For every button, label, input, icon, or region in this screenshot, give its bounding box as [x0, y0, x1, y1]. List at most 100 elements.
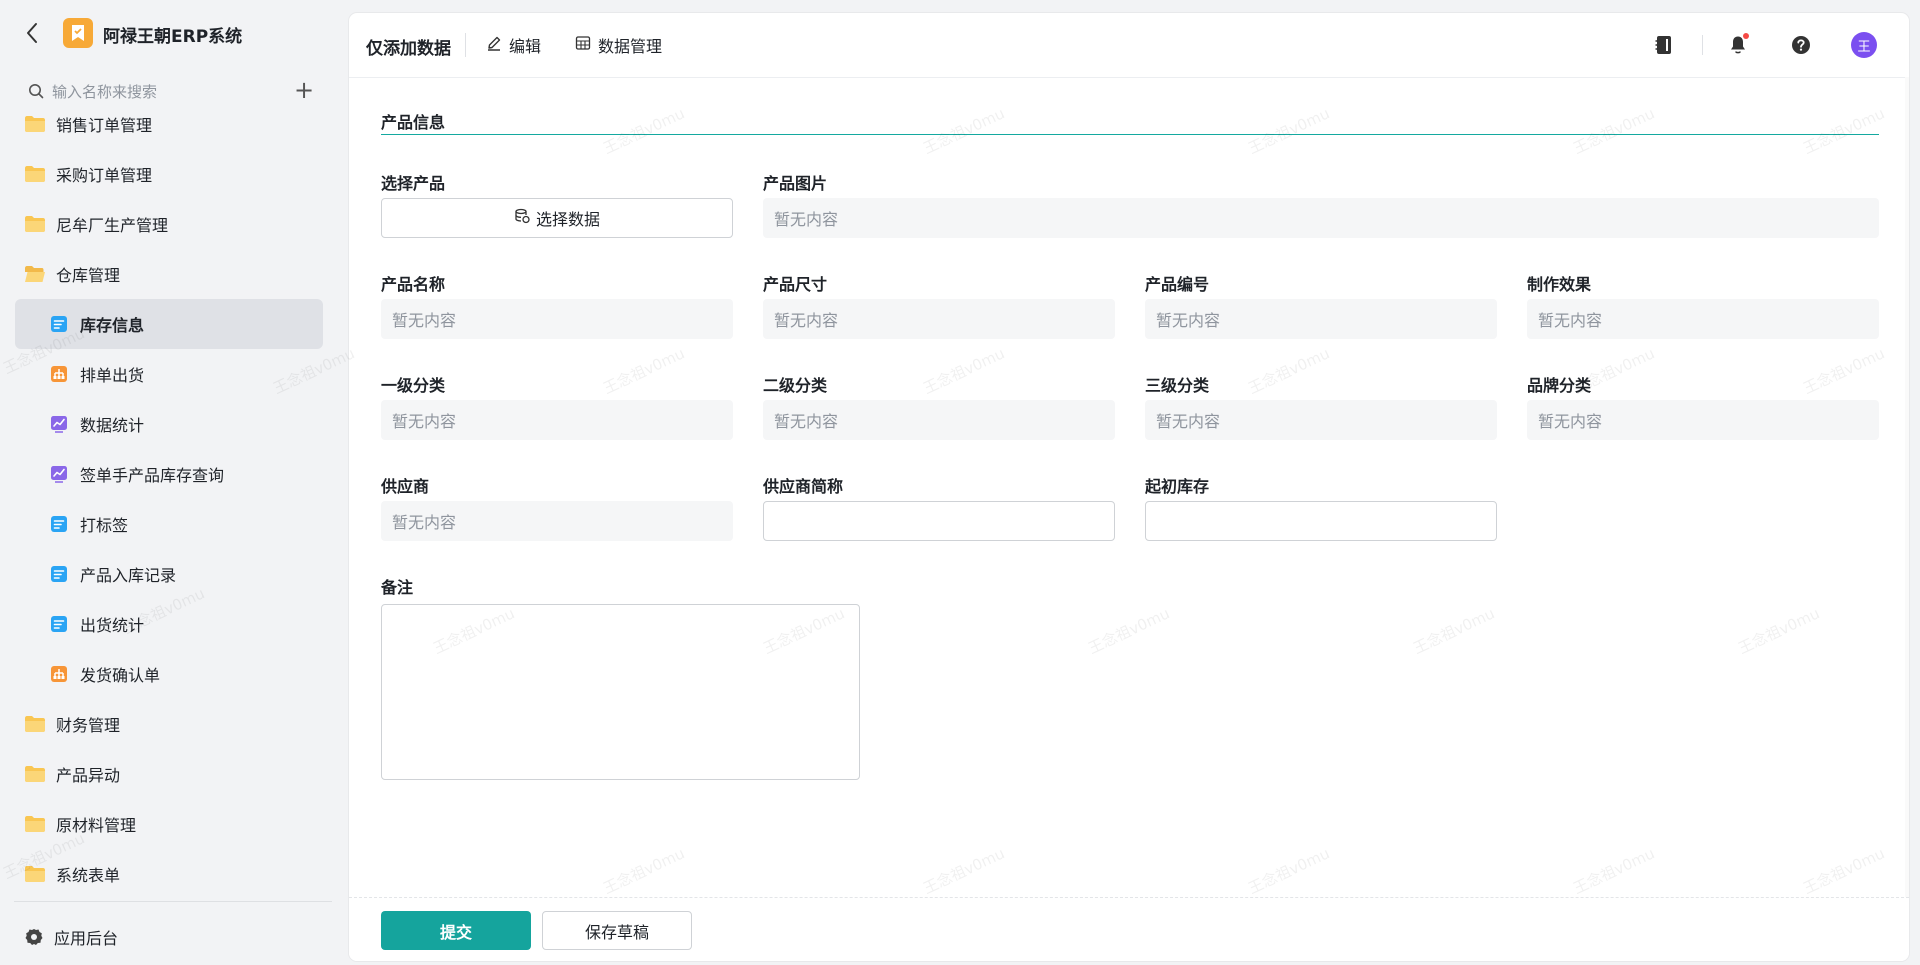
remark-textarea[interactable] [381, 604, 860, 780]
sidebar-item-label: 系统表单 [56, 866, 121, 885]
form-icon [50, 565, 68, 583]
edit-button[interactable]: 编辑 [486, 33, 541, 57]
sidebar-item[interactable]: 发货确认单 [15, 649, 323, 699]
search-bar: + [28, 78, 318, 104]
supplier-short-input[interactable] [763, 501, 1115, 541]
sidebar-item-label: 库存信息 [80, 316, 145, 335]
category-1-label: 一级分类 [381, 376, 446, 395]
brand-category-label: 品牌分类 [1527, 376, 1592, 395]
sidebar-item[interactable]: 销售订单管理 [24, 112, 324, 149]
sidebar-item[interactable]: 尼牟厂生产管理 [24, 199, 324, 249]
section-title: 产品信息 [381, 113, 446, 132]
sidebar-item-label: 产品异动 [56, 766, 121, 785]
category-3-label: 三级分类 [1145, 376, 1210, 395]
sidebar-divider [14, 901, 332, 902]
section-underline [381, 134, 1879, 135]
production-effect-field: 暂无内容 [1527, 299, 1879, 339]
form-icon [50, 315, 68, 333]
data-manage-button[interactable]: 数据管理 [575, 33, 662, 57]
initial-stock-input[interactable] [1145, 501, 1497, 541]
user-avatar[interactable]: 王 [1851, 32, 1877, 58]
app-header: 阿禄王朝ERP系统 [0, 0, 349, 68]
product-name-field: 暂无内容 [381, 299, 733, 339]
search-icon [28, 83, 44, 103]
folder-icon [24, 115, 46, 133]
form-icon [50, 515, 68, 533]
back-arrow-icon[interactable] [22, 20, 44, 46]
sidebar-item-label: 排单出货 [80, 366, 145, 385]
sidebar-item-label: 产品入库记录 [80, 566, 177, 585]
folder-icon [24, 865, 46, 883]
database-icon [514, 208, 530, 228]
data-manage-label: 数据管理 [598, 37, 663, 56]
save-draft-button[interactable]: 保存草稿 [542, 911, 692, 950]
sidebar-item[interactable]: 财务管理 [24, 699, 324, 749]
sidebar-item[interactable]: 产品入库记录 [15, 549, 323, 599]
sidebar-item[interactable]: 原材料管理 [24, 799, 324, 849]
admin-label: 应用后台 [54, 929, 119, 948]
sidebar-item-label: 发货确认单 [80, 666, 161, 685]
folder-open-icon [24, 265, 46, 283]
category-3-field: 暂无内容 [1145, 400, 1497, 440]
sidebar-item[interactable]: 采购订单管理 [24, 149, 324, 199]
initial-stock-label: 起初库存 [1145, 477, 1210, 496]
folder-icon [24, 165, 46, 183]
sidebar-item[interactable]: 出货统计 [15, 599, 323, 649]
remark-label: 备注 [381, 578, 414, 597]
app-title: 阿禄王朝ERP系统 [103, 27, 243, 47]
toolbar-separator [465, 33, 466, 57]
production-effect-label: 制作效果 [1527, 275, 1592, 294]
flow-icon [50, 665, 68, 683]
supplier-label: 供应商 [381, 477, 430, 496]
sidebar-item[interactable]: 系统表单 [24, 849, 324, 899]
sidebar-item-label: 签单手产品库存查询 [80, 466, 225, 485]
mode-title: 仅添加数据 [366, 39, 451, 59]
sidebar-item-label: 尼牟厂生产管理 [56, 216, 169, 235]
edit-label: 编辑 [509, 37, 542, 56]
folder-icon [24, 765, 46, 783]
add-icon[interactable]: + [294, 78, 314, 102]
toolbar: 仅添加数据 编辑 数据管理 王 [349, 13, 1909, 78]
gear-icon [24, 927, 44, 947]
supplier-short-label: 供应商简称 [763, 477, 844, 496]
category-2-label: 二级分类 [763, 376, 828, 395]
submit-button[interactable]: 提交 [381, 911, 531, 950]
book-icon[interactable] [1652, 33, 1676, 57]
select-data-label: 选择数据 [535, 210, 600, 229]
sidebar-item-label: 仓库管理 [56, 266, 121, 285]
bell-icon[interactable] [1726, 33, 1750, 57]
chart-icon [50, 415, 68, 433]
form-icon [50, 615, 68, 633]
sidebar-item[interactable]: 产品异动 [24, 749, 324, 799]
sidebar-item-label: 数据统计 [80, 416, 145, 435]
product-code-field: 暂无内容 [1145, 299, 1497, 339]
app-admin-link[interactable]: 应用后台 [24, 912, 118, 962]
sidebar-item-label: 财务管理 [56, 716, 121, 735]
select-data-button[interactable]: 选择数据 [381, 198, 733, 238]
sidebar-item[interactable]: 库存信息 [15, 299, 323, 349]
sidebar-item-label: 打标签 [80, 516, 129, 535]
notification-dot [1743, 33, 1749, 39]
sidebar-item[interactable]: 签单手产品库存查询 [15, 449, 323, 499]
sidebar-item[interactable]: 排单出货 [15, 349, 323, 399]
search-input[interactable] [52, 80, 272, 104]
sidebar-item[interactable]: 打标签 [15, 499, 323, 549]
product-size-label: 产品尺寸 [763, 275, 828, 294]
sidebar-item-label: 采购订单管理 [56, 166, 153, 185]
sidebar-nav: 销售订单管理 采购订单管理 尼牟厂生产管理 仓库管理库存信息排单出货数据统计签单手产品… [0, 112, 349, 902]
sidebar-item-label: 销售订单管理 [56, 116, 153, 135]
product-size-field: 暂无内容 [763, 299, 1115, 339]
product-image-field: 暂无内容 [763, 198, 1879, 238]
product-name-label: 产品名称 [381, 275, 446, 294]
main-panel: 仅添加数据 编辑 数据管理 王 产品信息 选择产品 选择数据 产品图片 暂无内容… [349, 13, 1909, 961]
sidebar-item[interactable]: 仓库管理 [24, 249, 324, 299]
form-footer: 提交 保存草稿 [349, 897, 1909, 961]
select-product-label: 选择产品 [381, 174, 446, 193]
sidebar-item-label: 原材料管理 [56, 816, 137, 835]
sidebar-item[interactable]: 数据统计 [15, 399, 323, 449]
category-2-field: 暂无内容 [763, 400, 1115, 440]
scrollbar[interactable] [1905, 77, 1909, 897]
help-icon[interactable] [1789, 33, 1813, 57]
chart-icon [50, 465, 68, 483]
app-logo-icon [63, 18, 93, 48]
